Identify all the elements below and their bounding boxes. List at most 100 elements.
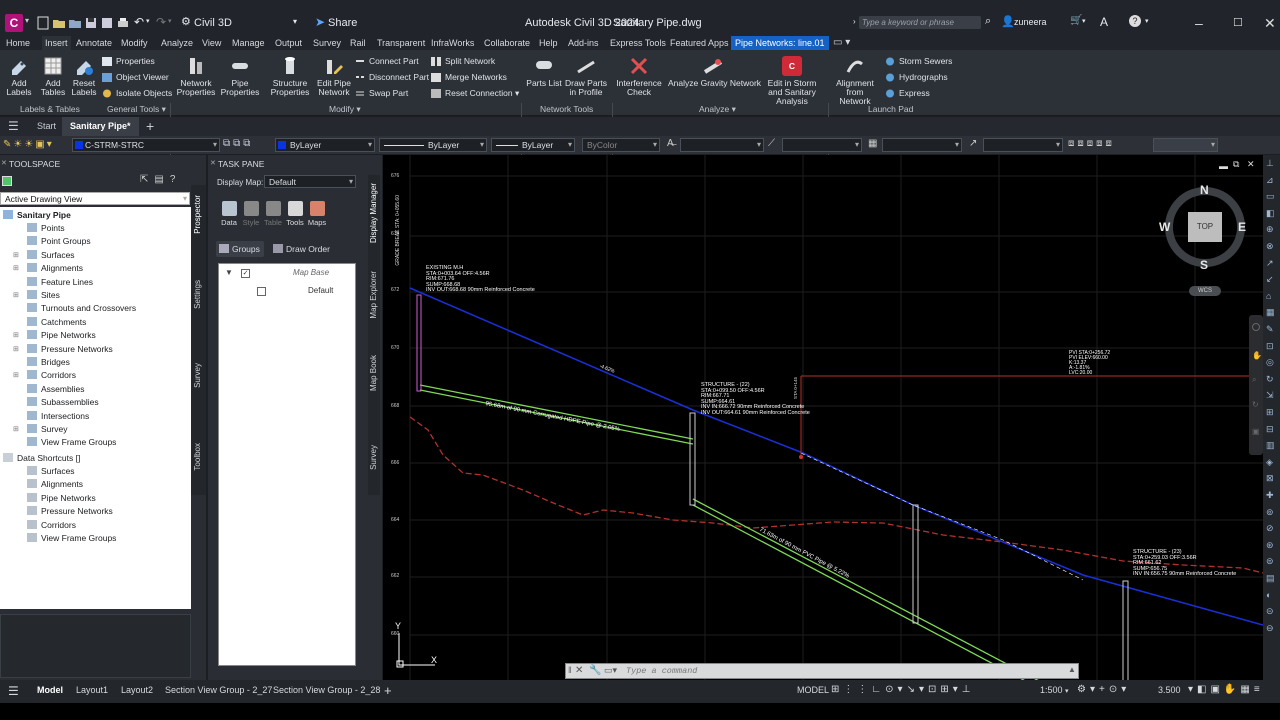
compass-east[interactable]: E xyxy=(1238,220,1246,234)
strip-tool-icon[interactable]: ⊗ xyxy=(1266,241,1274,252)
table-style-icon[interactable]: ▦ xyxy=(868,138,877,149)
tree-item-intersections[interactable]: Intersections xyxy=(16,410,89,423)
taskpane-tool-data[interactable]: Data xyxy=(218,201,240,227)
interference-check-button[interactable]: Interference Check xyxy=(614,56,664,97)
taskpane-tab-survey[interactable]: Survey xyxy=(369,445,378,470)
structure-properties-button[interactable]: Structure Properties xyxy=(268,56,312,97)
cart-dropdown-icon[interactable]: ▾ xyxy=(1082,17,1086,25)
maximize-button[interactable]: ☐ xyxy=(1233,16,1243,29)
layout-tab-section-view-group-2-27[interactable]: Section View Group - 2_27 xyxy=(165,685,272,695)
draw-parts-in-profile-button[interactable]: Draw Parts in Profile xyxy=(564,56,608,97)
tree-item-corridors[interactable]: ⊞ Corridors xyxy=(13,369,76,382)
tree-item-pressure-networks[interactable]: ⊞ Pressure Networks xyxy=(13,343,113,356)
strip-tool-icon[interactable]: ↗ xyxy=(1266,258,1274,269)
panel-title-analyze[interactable]: Analyze ▾ xyxy=(699,104,736,115)
strip-tool-icon[interactable]: ◐ xyxy=(1266,590,1271,600)
layout-tab-section-view-group-2-28[interactable]: Section View Group - 2_28 xyxy=(273,685,380,695)
strip-tool-icon[interactable]: ◧ xyxy=(1266,208,1275,219)
share-button[interactable]: Share xyxy=(328,17,357,29)
split-network-button[interactable]: Split Network xyxy=(431,55,495,67)
expand-icon[interactable]: ⊞ xyxy=(13,249,19,262)
shortcut-item-surfaces[interactable]: Surfaces xyxy=(16,465,75,478)
toolspace-close-icon[interactable]: ✕ xyxy=(1,159,7,167)
pipe-2[interactable] xyxy=(692,498,1043,680)
strip-tool-icon[interactable]: ⊘ xyxy=(1266,523,1274,534)
strip-tool-icon[interactable]: ⊥ xyxy=(1266,158,1274,169)
tab-sanitary-pipe[interactable]: Sanitary Pipe* xyxy=(62,117,139,136)
toolspace-tab-prospector[interactable]: Prospector xyxy=(193,195,202,234)
tab-insert[interactable]: Insert xyxy=(42,36,71,50)
shortcut-item-view-frame-groups[interactable]: View Frame Groups xyxy=(16,532,116,545)
wcs-menu[interactable]: WCS xyxy=(1189,286,1221,296)
lineweight-dropdown[interactable]: ByLayer xyxy=(491,138,575,152)
scale-dropdown-icon[interactable]: ▾ xyxy=(1065,687,1069,695)
merge-networks-button[interactable]: Merge Networks xyxy=(431,71,507,83)
isolate-objects-button[interactable]: Isolate Objects xyxy=(102,87,172,99)
taskpane-tool-table[interactable]: Table xyxy=(262,201,284,227)
tab-modify[interactable]: Modify xyxy=(121,36,148,50)
pipe-properties-button[interactable]: Pipe Properties xyxy=(220,56,260,97)
app-store-icon[interactable]: A xyxy=(1100,15,1108,29)
strip-tool-icon[interactable]: ⌂ xyxy=(1266,291,1271,301)
showmotion-icon[interactable]: ▣ xyxy=(1252,427,1260,436)
analyze-gravity-network-button[interactable]: Analyze Gravity Network xyxy=(668,56,761,88)
command-line[interactable]: ‖ ✕ 🔧 ▭▾ Type a command ▲ xyxy=(565,663,1079,679)
tree-root-sanitary-pipe[interactable]: Sanitary Pipe xyxy=(3,209,71,222)
strip-tool-icon[interactable]: ⊚ xyxy=(1266,507,1274,518)
zoom-icon[interactable]: ⌕ xyxy=(1252,375,1256,385)
steering-wheel-icon[interactable] xyxy=(1252,323,1260,331)
orbit-icon[interactable]: ↻ xyxy=(1252,400,1259,409)
shortcut-item-pipe-networks[interactable]: Pipe Networks xyxy=(16,492,96,505)
tree-item-feature-lines[interactable]: Feature Lines xyxy=(16,276,93,289)
workspace-selector[interactable]: Civil 3D xyxy=(194,17,304,29)
strip-tool-icon[interactable]: ⊞ xyxy=(1266,407,1274,418)
tab-start[interactable]: Start xyxy=(37,117,56,136)
dim-style-icon[interactable]: ⟋ xyxy=(768,138,775,149)
add-tables-button[interactable]: Add Tables xyxy=(38,56,68,97)
print-icon[interactable] xyxy=(116,16,130,30)
display-map-select[interactable]: Default xyxy=(264,175,356,188)
redo-dropdown-icon[interactable]: ▾ xyxy=(168,17,172,25)
tree-item-bridges[interactable]: Bridges xyxy=(16,356,70,369)
viewport-close-icon[interactable]: ✕ xyxy=(1247,159,1255,170)
reset-labels-button[interactable]: Reset Labels xyxy=(70,56,98,97)
tree-item-pipe-networks[interactable]: ⊞ Pipe Networks xyxy=(13,329,96,342)
status-tool-icons[interactable]: ⊞⋮⋮∟⊙▾↘▾⊡⊞▾⊥ xyxy=(831,684,974,695)
undo-icon[interactable]: ↶ xyxy=(134,15,144,29)
panel-title-general-tools[interactable]: General Tools ▾ xyxy=(107,104,166,115)
strip-tool-icon[interactable]: ✚ xyxy=(1266,490,1274,501)
ribbon-minimize-icon[interactable]: ▭ ▾ xyxy=(833,36,850,50)
compass-west[interactable]: W xyxy=(1159,220,1170,234)
strip-tool-icon[interactable]: ✎ xyxy=(1266,324,1274,335)
strip-tool-icon[interactable]: ⇲ xyxy=(1266,390,1274,401)
tab-transparent[interactable]: Transparent xyxy=(377,36,425,50)
viewport-minimize-icon[interactable]: ▬ xyxy=(1219,161,1228,171)
tab-view[interactable]: View xyxy=(202,36,221,50)
tab-collaborate[interactable]: Collaborate xyxy=(484,36,530,50)
disconnect-part-button[interactable]: Disconnect Part xyxy=(355,71,429,83)
layout-menu-icon[interactable]: ☰ xyxy=(8,684,19,698)
layer-tools-icons[interactable]: ⧉⧉⧉ xyxy=(223,138,253,149)
structure-23[interactable] xyxy=(1122,580,1129,680)
tree-item-survey[interactable]: ⊞ Survey xyxy=(13,423,67,436)
help-dropdown-icon[interactable]: ▾ xyxy=(1145,17,1149,25)
hamburger-menu-icon[interactable]: ☰ xyxy=(8,117,19,136)
expand-icon[interactable]: ⊞ xyxy=(13,289,19,302)
strip-tool-icon[interactable]: ↻ xyxy=(1266,374,1274,385)
taskpane-tab-map-explorer[interactable]: Map Explorer xyxy=(369,271,378,319)
strip-tool-icon[interactable]: ⊜ xyxy=(1266,556,1274,567)
toolspace-tab-settings[interactable]: Settings xyxy=(193,280,202,309)
groups-tab[interactable]: Groups xyxy=(216,241,264,257)
table-style-dropdown[interactable] xyxy=(882,138,962,152)
multileader-style-icon[interactable]: ↗ xyxy=(969,138,977,149)
strip-tool-icon[interactable]: ⊿ xyxy=(1266,175,1274,186)
strip-tool-icon[interactable]: ▦ xyxy=(1266,307,1275,318)
compass-south[interactable]: S xyxy=(1200,258,1208,272)
search-icon[interactable]: ⌕ xyxy=(985,15,991,28)
strip-tool-icon[interactable]: ⊡ xyxy=(1266,341,1274,352)
tree-item-surfaces[interactable]: ⊞ Surfaces xyxy=(13,249,75,262)
expand-icon[interactable]: ⊞ xyxy=(13,343,19,356)
tree-item-view-frame-groups[interactable]: View Frame Groups xyxy=(16,436,116,449)
taskpane-tool-maps[interactable]: Maps xyxy=(306,201,328,227)
taskpane-tab-display-manager[interactable]: Display Manager xyxy=(369,183,378,243)
